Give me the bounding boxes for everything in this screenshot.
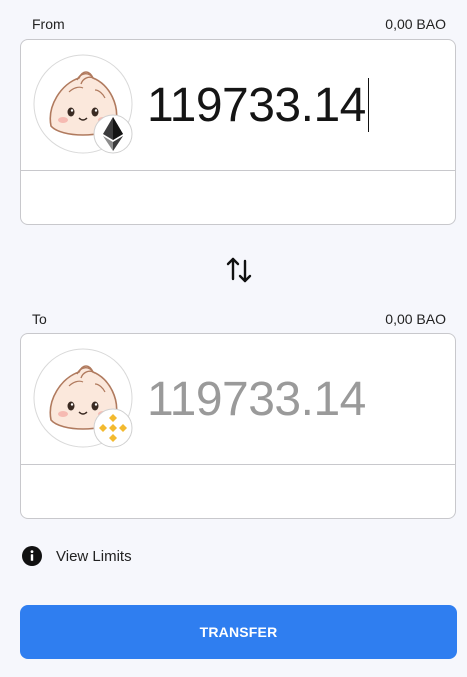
to-extra-row	[21, 465, 455, 518]
from-amount-input[interactable]: 119733.14	[147, 78, 369, 134]
from-card: 119733.14	[20, 39, 456, 225]
to-amount-display: 119733.14	[147, 373, 366, 426]
binance-icon	[93, 408, 133, 448]
swap-button[interactable]	[226, 255, 252, 285]
swap-arrows-icon	[226, 257, 252, 283]
view-limits-label: View Limits	[56, 547, 132, 565]
info-icon	[22, 546, 42, 566]
to-card: 119733.14	[20, 333, 456, 519]
to-balance: 0,00 BAO	[385, 311, 446, 327]
from-header: From 0,00 BAO	[32, 16, 446, 32]
text-caret	[367, 78, 369, 132]
to-header: To 0,00 BAO	[32, 311, 446, 327]
from-amount-row: 119733.14	[21, 40, 455, 171]
to-token-icon[interactable]	[33, 348, 133, 448]
view-limits-link[interactable]: View Limits	[22, 546, 132, 566]
from-token-icon[interactable]	[33, 54, 133, 154]
ethereum-icon	[93, 114, 133, 154]
from-amount-value: 119733.14	[147, 79, 366, 132]
from-balance: 0,00 BAO	[385, 16, 446, 32]
to-label: To	[32, 311, 47, 327]
to-amount-row: 119733.14	[21, 334, 455, 465]
transfer-button[interactable]: TRANSFER	[20, 605, 457, 659]
from-label: From	[32, 16, 65, 32]
from-extra-row	[21, 171, 455, 224]
